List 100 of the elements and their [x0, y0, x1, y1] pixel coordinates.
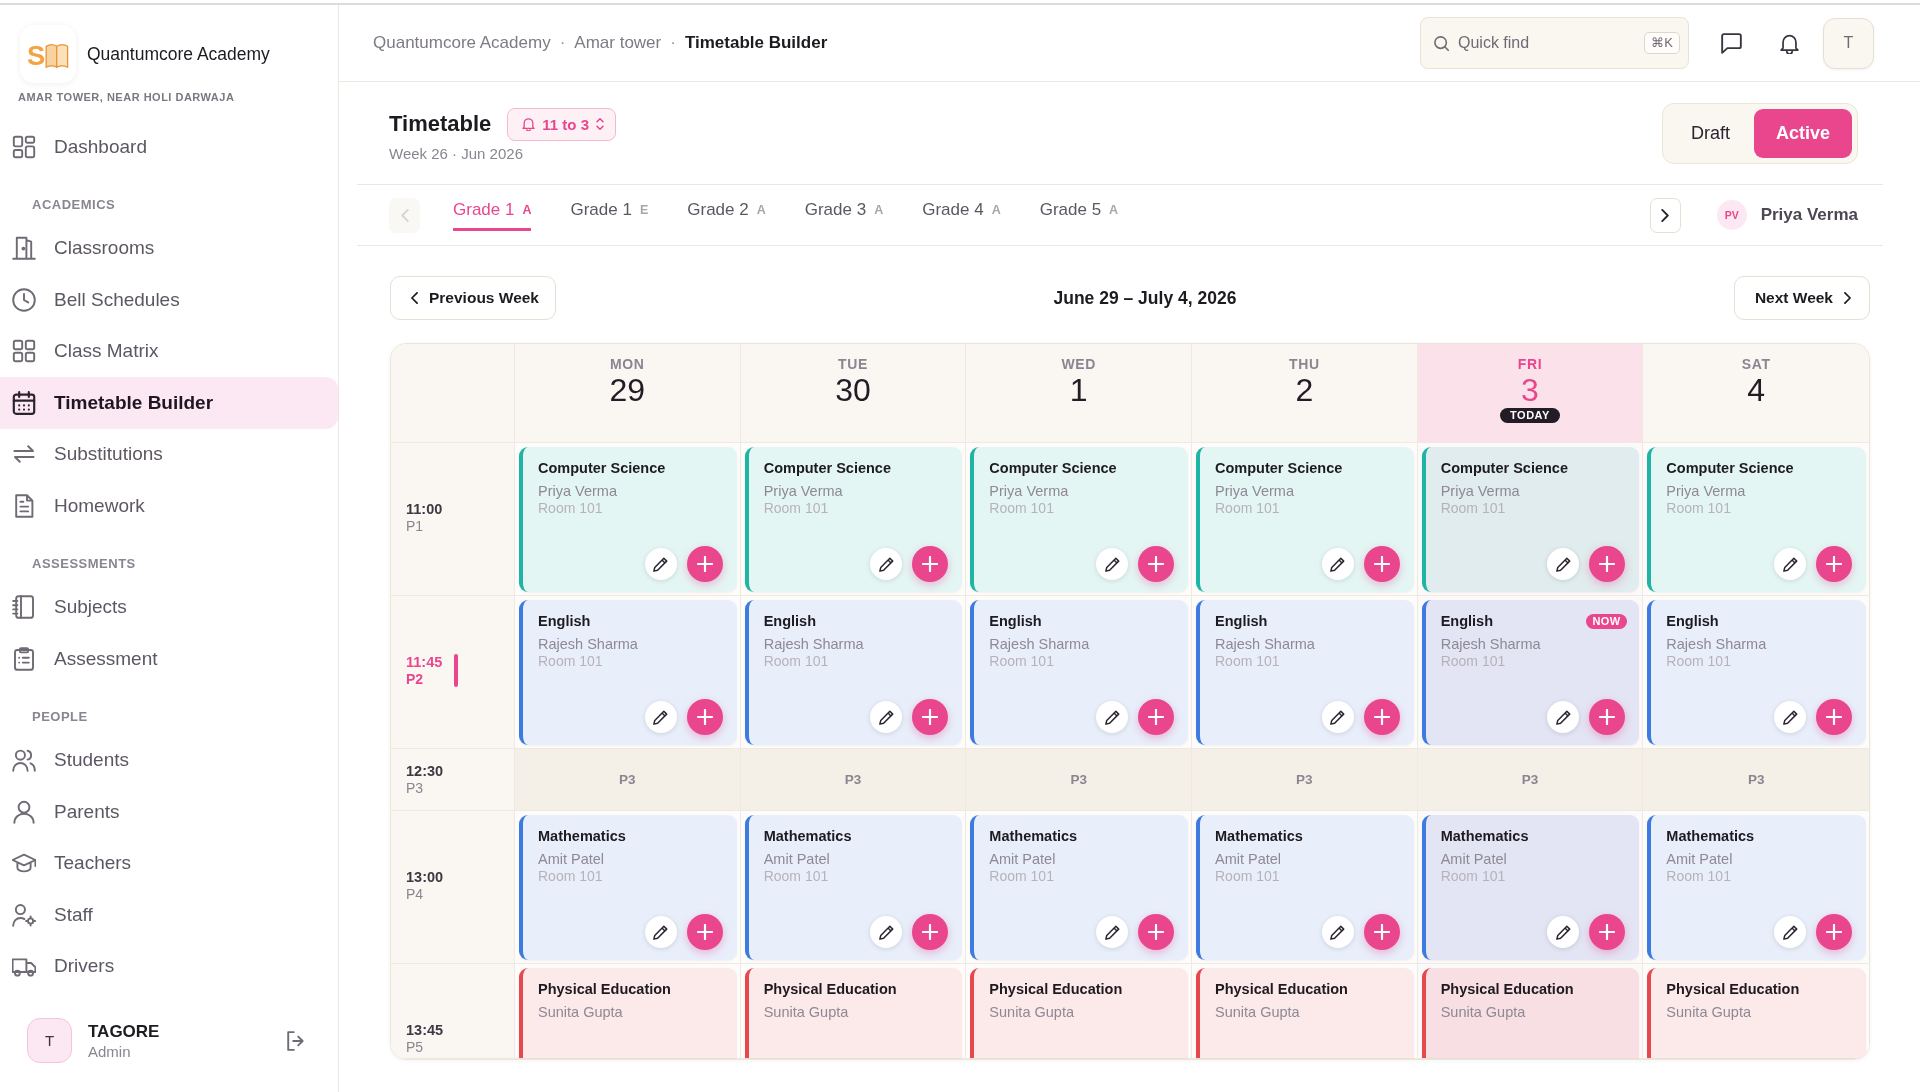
edit-button[interactable]	[1547, 701, 1580, 733]
breadcrumb-separator: ·	[670, 33, 676, 53]
teacher-name: Sunita Gupta	[1666, 1003, 1752, 1021]
period-label: P4	[406, 886, 425, 903]
plus-icon	[1373, 709, 1390, 725]
edit-button[interactable]	[1774, 916, 1806, 948]
nav-item[interactable]: Parents	[0, 786, 338, 838]
add-button[interactable]	[912, 699, 949, 735]
today-badge: TODAY	[1500, 408, 1560, 423]
nav-item[interactable]: Homework	[0, 480, 338, 532]
chat-icon[interactable]	[1721, 32, 1742, 54]
class-tab[interactable]: Grade 3 A	[804, 191, 884, 231]
teacher-name: Amit Patel	[1215, 850, 1283, 868]
class-tab[interactable]: Grade 1 E	[570, 191, 649, 231]
add-button[interactable]	[686, 546, 723, 582]
nav-item[interactable]: Dashboard	[0, 121, 338, 173]
add-button[interactable]	[912, 914, 949, 950]
edit-button[interactable]	[1096, 701, 1128, 733]
edit-button[interactable]	[1547, 916, 1580, 948]
plus-icon	[1826, 709, 1842, 725]
add-button[interactable]	[1363, 699, 1400, 735]
next-week-button[interactable]: Next Week	[1733, 276, 1870, 320]
add-button[interactable]	[1589, 914, 1626, 950]
room-name: Room 101	[1215, 500, 1281, 516]
room-name: Room 101	[1215, 653, 1281, 669]
nav-item[interactable]: Substitutions	[0, 428, 338, 480]
add-button[interactable]	[686, 699, 723, 735]
edit-button[interactable]	[1096, 916, 1128, 948]
teacher-name: Amit Patel	[763, 850, 831, 868]
class-tab[interactable]: Grade 4 A	[922, 191, 1001, 231]
nav-item[interactable]: Bell Schedules	[0, 274, 338, 326]
grid-icon	[12, 339, 36, 364]
edit-button[interactable]	[1774, 548, 1806, 580]
plus-icon	[922, 924, 939, 940]
break-slot: P3	[740, 749, 967, 811]
nav-item[interactable]: Classrooms	[0, 222, 338, 274]
subject-name: Computer Science	[1666, 459, 1794, 477]
teacher-name: Amit Patel	[1440, 850, 1508, 868]
nav-item[interactable]: Students	[0, 734, 338, 786]
edit-button[interactable]	[1547, 548, 1580, 580]
pencil-icon	[1555, 924, 1571, 940]
nav-item[interactable]: Timetable Builder	[0, 377, 338, 429]
nav-item[interactable]: Staff	[0, 889, 338, 941]
add-button[interactable]	[686, 914, 723, 950]
room-name: Room 101	[989, 868, 1055, 884]
edit-button[interactable]	[644, 548, 677, 580]
plus-icon	[696, 709, 713, 725]
add-button[interactable]	[1816, 914, 1852, 950]
previous-week-button[interactable]: Previous Week	[390, 276, 556, 320]
teacher-name: Sunita Gupta	[1440, 1003, 1527, 1021]
nav-item[interactable]: Assessment	[0, 633, 338, 685]
edit-button[interactable]	[1321, 548, 1354, 580]
nav-item[interactable]: Drivers	[0, 940, 338, 992]
class-tab[interactable]: Grade 5 A	[1039, 191, 1119, 231]
add-button[interactable]	[1363, 546, 1400, 582]
add-button[interactable]	[1589, 699, 1626, 735]
add-button[interactable]	[1138, 546, 1174, 582]
scroll-right-button[interactable]	[1649, 197, 1681, 233]
edit-button[interactable]	[1096, 548, 1128, 580]
bell-icon[interactable]	[1779, 32, 1800, 54]
add-button[interactable]	[1138, 699, 1174, 735]
school-name: Quantumcore Academy	[87, 43, 271, 65]
edit-button[interactable]	[870, 701, 903, 733]
room-name: Room 101	[763, 500, 830, 516]
teacher-name: Sunita Gupta	[538, 1003, 624, 1021]
status-option[interactable]: Draft	[1667, 108, 1753, 158]
edit-button[interactable]	[644, 701, 677, 733]
edit-button[interactable]	[870, 916, 903, 948]
day-date: 4	[1747, 373, 1766, 407]
subject-name: English	[538, 612, 591, 630]
edit-button[interactable]	[1774, 701, 1806, 733]
edit-button[interactable]	[1321, 916, 1354, 948]
add-button[interactable]	[1363, 914, 1400, 950]
pencil-icon	[1104, 924, 1120, 940]
breadcrumb-link[interactable]: Amar tower	[574, 33, 662, 53]
section-heading: ASSESSMENTS	[31, 554, 137, 573]
period-label: P2	[406, 671, 425, 688]
add-button[interactable]	[1138, 914, 1174, 950]
pencil-icon	[878, 924, 894, 940]
logout-icon[interactable]	[286, 1030, 306, 1051]
edit-button[interactable]	[1321, 701, 1354, 733]
edit-button[interactable]	[870, 548, 903, 580]
add-button[interactable]	[912, 546, 949, 582]
teacher-name: Priya Verma	[1666, 482, 1747, 500]
subject-name: Mathematics	[763, 827, 852, 845]
nav-item[interactable]: Subjects	[0, 581, 338, 633]
break-slot: P3	[1417, 749, 1644, 811]
nav-item[interactable]: Teachers	[0, 837, 338, 889]
add-button[interactable]	[1816, 699, 1852, 735]
pencil-icon	[1330, 556, 1346, 572]
bell-icon	[522, 117, 536, 131]
add-button[interactable]	[1589, 546, 1626, 582]
breadcrumb-link[interactable]: Quantumcore Academy	[373, 33, 551, 53]
class-tab[interactable]: Grade 2 A	[687, 191, 766, 231]
add-button[interactable]	[1816, 546, 1852, 582]
edit-button[interactable]	[644, 916, 677, 948]
status-option[interactable]: Active	[1753, 108, 1852, 158]
account-avatar[interactable]: T	[1823, 17, 1874, 69]
class-tab[interactable]: Grade 1 A	[453, 191, 532, 231]
nav-item[interactable]: Class Matrix	[0, 325, 338, 377]
